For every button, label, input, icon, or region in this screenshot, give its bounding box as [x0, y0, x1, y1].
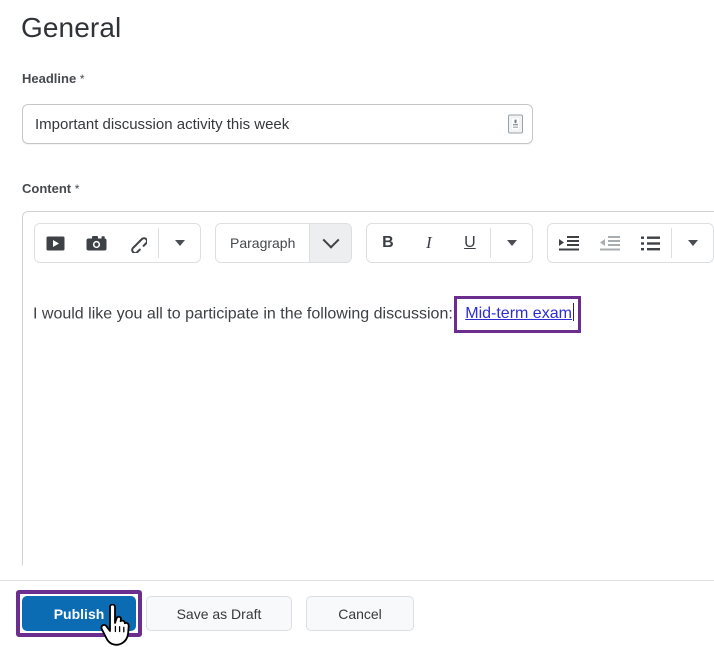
italic-icon: I	[426, 233, 432, 252]
save-as-draft-button[interactable]: Save as Draft	[146, 596, 292, 631]
bold-button[interactable]: B	[367, 224, 409, 262]
editor-toolbar: Paragraph B I U	[23, 212, 714, 274]
bullet-list-button[interactable]	[630, 224, 672, 262]
outdent-button[interactable]	[589, 224, 631, 262]
publish-button[interactable]: Publish	[22, 596, 136, 631]
paragraph-select-value: Paragraph	[216, 224, 310, 262]
link-icon-glyph	[131, 236, 147, 253]
insert-field-icon[interactable]	[508, 114, 523, 134]
editor-text-before-link: I would like you all to participate in t…	[33, 305, 458, 323]
headline-input[interactable]	[23, 105, 493, 143]
insert-field-glyph	[512, 118, 519, 130]
general-form-page: General Headline * Content *	[0, 0, 714, 647]
insert-link-icon[interactable]	[117, 224, 158, 262]
paragraph-select[interactable]: Paragraph	[215, 223, 353, 263]
insert-image-icon[interactable]	[76, 224, 117, 262]
paragraph-select-arrow[interactable]	[309, 224, 352, 262]
underline-icon: U	[464, 234, 476, 251]
chevron-down-icon	[687, 240, 698, 246]
content-required-marker: *	[74, 182, 80, 196]
italic-button[interactable]: I	[408, 224, 450, 262]
headline-input-wrapper[interactable]	[22, 104, 533, 144]
chevron-down-icon	[322, 231, 340, 249]
content-label-text: Content	[22, 181, 72, 196]
bullet-list-icon	[641, 236, 661, 250]
indent-decrease-icon	[599, 235, 620, 250]
cancel-button[interactable]: Cancel	[306, 596, 414, 631]
format-group: B I U	[366, 223, 534, 263]
headline-required-marker: *	[79, 72, 85, 86]
list-overflow-button[interactable]	[672, 224, 714, 262]
insert-overflow-button[interactable]	[159, 224, 200, 262]
form-footer: Publish Save as Draft Cancel	[0, 581, 714, 647]
indent-increase-icon	[558, 235, 579, 250]
headline-label: Headline *	[22, 71, 84, 86]
camera-icon-glyph	[86, 236, 107, 251]
bold-icon: B	[382, 234, 394, 251]
editor-body[interactable]: I would like you all to participate in t…	[23, 274, 714, 569]
format-overflow-button[interactable]	[491, 224, 533, 262]
link-focus-outline: Mid-term exam	[454, 296, 582, 333]
indent-button[interactable]	[548, 224, 590, 262]
chevron-down-icon	[174, 240, 185, 246]
list-group	[547, 223, 714, 263]
insert-video-icon[interactable]	[35, 224, 76, 262]
editor-paragraph: I would like you all to participate in t…	[33, 296, 714, 333]
page-title: General	[21, 12, 122, 43]
chevron-down-icon	[506, 240, 517, 246]
video-icon-glyph	[46, 236, 65, 250]
underline-button[interactable]: U	[449, 224, 491, 262]
content-editor: Paragraph B I U I would like you all to …	[22, 211, 714, 569]
headline-label-text: Headline	[22, 71, 77, 86]
insert-group	[34, 223, 201, 263]
content-label: Content *	[22, 181, 79, 196]
editor-inline-link[interactable]: Mid-term exam	[465, 305, 572, 322]
text-cursor	[572, 303, 575, 321]
